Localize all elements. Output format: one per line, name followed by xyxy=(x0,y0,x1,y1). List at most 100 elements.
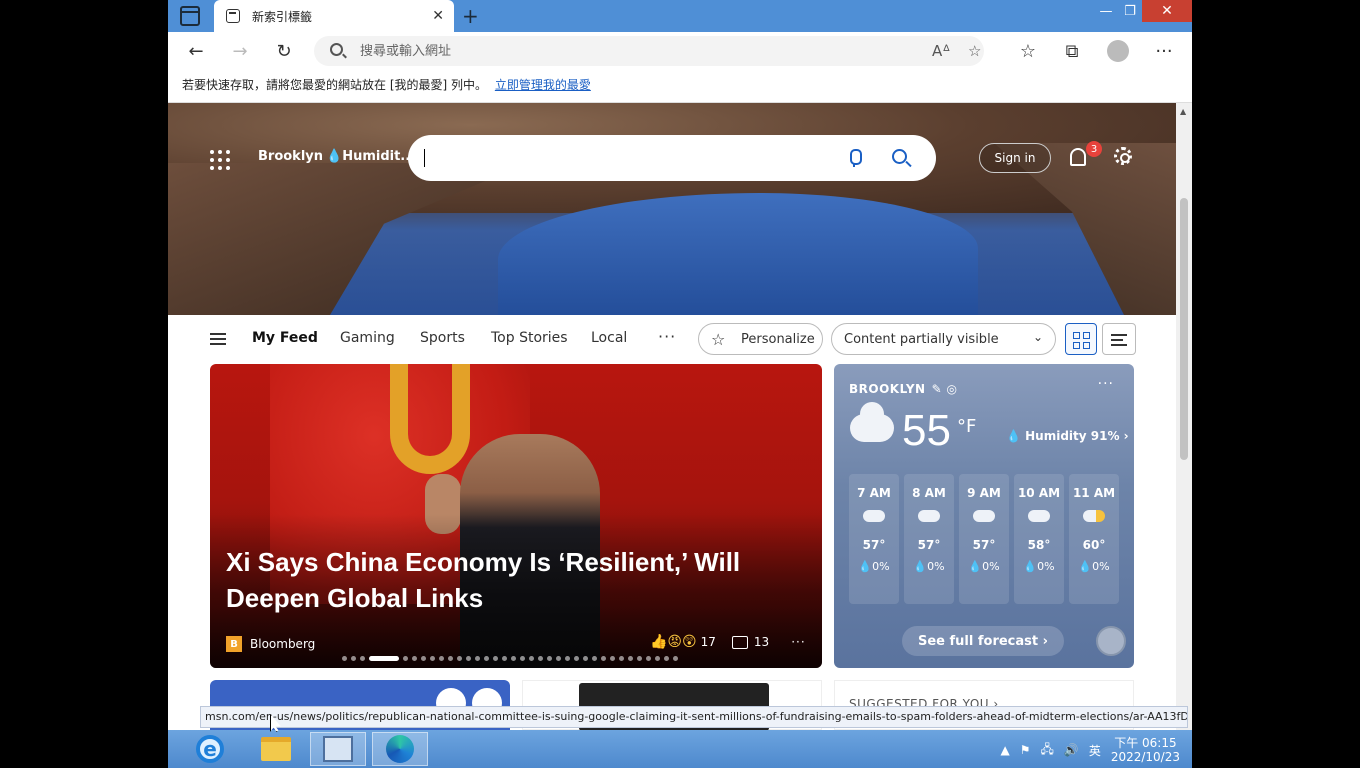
volume-icon[interactable]: 🔊 xyxy=(1064,743,1079,757)
tab-title: 新索引標籤 xyxy=(252,9,313,24)
humidity-summary[interactable]: 💧Humidit... xyxy=(326,149,415,164)
flag-icon[interactable]: ⚑ xyxy=(1020,743,1031,757)
hour-forecast[interactable]: 7 AM 57° 💧0% xyxy=(849,474,899,604)
new-tab-icon xyxy=(226,9,240,23)
sign-in-button[interactable]: Sign in xyxy=(979,143,1051,173)
taskbar-edge[interactable] xyxy=(372,732,428,766)
tray-overflow-icon[interactable]: ▲ xyxy=(1000,743,1009,757)
file-explorer-icon xyxy=(261,737,291,761)
input-method[interactable]: 英 xyxy=(1089,742,1101,759)
restore-button[interactable]: ❐ xyxy=(1116,0,1144,22)
notification-bell-icon[interactable] xyxy=(1070,148,1086,166)
read-aloud-icon[interactable]: Aᐞ xyxy=(932,42,950,60)
browser-window: 新索引標籤 ✕ + — ❐ ✕ ← → ↻ Aᐞ ☆ ☆ ⧉ ··· 若要快速存… xyxy=(168,0,1192,768)
apps-grid-icon[interactable] xyxy=(210,150,230,170)
taskbar-ie[interactable]: e xyxy=(182,732,238,766)
menu-icon[interactable] xyxy=(210,333,226,345)
add-favorite-icon[interactable]: ☆ xyxy=(968,42,981,60)
settings-more-icon[interactable]: ··· xyxy=(1152,39,1176,63)
cloudy-icon xyxy=(973,510,995,522)
reaction-emoji-icon[interactable]: 👍😡😲 xyxy=(650,634,697,650)
clock-date: 2022/10/23 xyxy=(1110,750,1180,764)
reaction-count: 17 xyxy=(700,635,716,649)
see-full-forecast-button[interactable]: See full forecast › xyxy=(902,626,1064,656)
address-bar[interactable]: Aᐞ ☆ xyxy=(314,36,984,66)
tab-top-stories[interactable]: Top Stories xyxy=(491,330,568,346)
vertical-scrollbar[interactable]: ▲ xyxy=(1176,103,1192,730)
forward-icon[interactable]: → xyxy=(228,39,252,63)
story-reactions: 👍😡😲 17 13 ··· xyxy=(650,634,806,650)
address-input[interactable] xyxy=(360,41,860,61)
content-visibility-dropdown[interactable]: Content partially visible ⌄ xyxy=(831,323,1056,355)
bloomberg-logo-icon: B xyxy=(226,636,242,652)
story-headline[interactable]: Xi Says China Economy Is ‘Resilient,’ Wi… xyxy=(226,544,786,616)
story-source[interactable]: B Bloomberg xyxy=(226,636,315,652)
clock-time: 下午 06:15 xyxy=(1114,736,1177,750)
system-tray: ▲ ⚑ 🖧 🔊 英 下午 06:15 2022/10/23 xyxy=(1000,736,1180,764)
search-icon xyxy=(330,43,343,56)
droplet-icon: 💧 xyxy=(326,149,343,164)
tab-gaming[interactable]: Gaming xyxy=(340,330,395,346)
tab-local[interactable]: Local xyxy=(591,330,627,346)
taskbar-explorer[interactable] xyxy=(248,732,304,766)
current-temperature: 55 xyxy=(902,406,951,455)
internet-explorer-icon: e xyxy=(196,735,224,763)
notification-badge: 3 xyxy=(1086,141,1102,157)
hour-forecast[interactable]: 9 AM 57° 💧0% xyxy=(959,474,1009,604)
tab-new-tab[interactable]: 新索引標籤 ✕ xyxy=(214,0,454,32)
text-caret xyxy=(424,149,425,167)
personalize-label: Personalize xyxy=(741,331,815,347)
taskbar: e ▲ ⚑ 🖧 🔊 英 下午 06:15 2022/10/23 xyxy=(168,730,1192,768)
profile-avatar[interactable] xyxy=(1106,39,1130,63)
tab-my-feed[interactable]: My Feed xyxy=(252,330,318,346)
weather-location-label: BROOKLYN ✎ ◎ xyxy=(849,382,958,396)
title-bar: 新索引標籤 ✕ + — ❐ ✕ xyxy=(168,0,1192,32)
more-tabs-button[interactable]: ··· xyxy=(658,327,676,346)
tab-actions-icon[interactable] xyxy=(180,6,200,26)
weather-card[interactable]: BROOKLYN ✎ ◎ ··· 55 °F 💧 Humidity 91% › 7… xyxy=(834,364,1134,668)
refresh-icon[interactable]: ↻ xyxy=(272,39,296,63)
humidity-detail[interactable]: 💧 Humidity 91% › xyxy=(1006,429,1129,443)
close-window-button[interactable]: ✕ xyxy=(1142,0,1192,22)
carousel-pager[interactable] xyxy=(342,656,678,661)
top-story-card[interactable]: Xi Says China Economy Is ‘Resilient,’ Wi… xyxy=(210,364,822,668)
gear-icon[interactable] xyxy=(1114,147,1132,165)
manage-favorites-link[interactable]: 立即管理我的最愛 xyxy=(495,78,591,92)
hour-forecast[interactable]: 8 AM 57° 💧0% xyxy=(904,474,954,604)
close-tab-icon[interactable]: ✕ xyxy=(432,8,444,24)
list-view-button[interactable] xyxy=(1102,323,1136,355)
scroll-up-arrow-icon[interactable]: ▲ xyxy=(1180,107,1186,116)
weather-more-button[interactable]: ··· xyxy=(1098,376,1114,392)
weather-location[interactable]: Brooklyn xyxy=(258,149,323,164)
favorites-prompt: 若要快速存取，請將您最愛的網站放在 [我的最愛] 列中。 xyxy=(182,78,487,92)
tab-sports[interactable]: Sports xyxy=(420,330,465,346)
search-icon[interactable] xyxy=(892,149,907,164)
feed-navigation: My Feed Gaming Sports Top Stories Local … xyxy=(168,315,1176,363)
comment-count: 13 xyxy=(753,635,770,649)
back-icon[interactable]: ← xyxy=(184,39,208,63)
scrollbar-thumb[interactable] xyxy=(1180,198,1188,460)
taskbar-server-manager[interactable] xyxy=(310,732,366,766)
hour-forecast[interactable]: 11 AM 60° 💧0% xyxy=(1069,474,1119,604)
grid-view-button[interactable] xyxy=(1065,323,1097,355)
server-manager-icon xyxy=(323,736,353,762)
edit-location-icon[interactable]: ✎ ◎ xyxy=(932,382,958,396)
collections-icon[interactable]: ⧉ xyxy=(1060,39,1084,63)
new-tab-button[interactable]: + xyxy=(462,4,479,28)
chevron-down-icon: ⌄ xyxy=(1032,330,1043,344)
network-icon[interactable]: 🖧 xyxy=(1040,740,1053,761)
story-more-button[interactable]: ··· xyxy=(791,635,805,649)
web-search-box[interactable] xyxy=(408,135,936,181)
temperature-unit[interactable]: °F xyxy=(957,416,976,437)
cloudy-icon xyxy=(1028,510,1050,522)
partly-sunny-icon xyxy=(1083,510,1105,522)
clock[interactable]: 下午 06:15 2022/10/23 xyxy=(1111,736,1180,764)
hammer-sickle-image xyxy=(390,364,470,474)
microphone-icon[interactable] xyxy=(848,149,862,167)
hour-forecast[interactable]: 10 AM 58° 💧0% xyxy=(1014,474,1064,604)
favorites-icon[interactable]: ☆ xyxy=(1016,39,1040,63)
cloudy-icon xyxy=(918,510,940,522)
personalize-button[interactable]: ☆ Personalize xyxy=(698,323,823,355)
weather-avatar[interactable] xyxy=(1096,626,1126,656)
comment-icon[interactable] xyxy=(731,635,748,649)
